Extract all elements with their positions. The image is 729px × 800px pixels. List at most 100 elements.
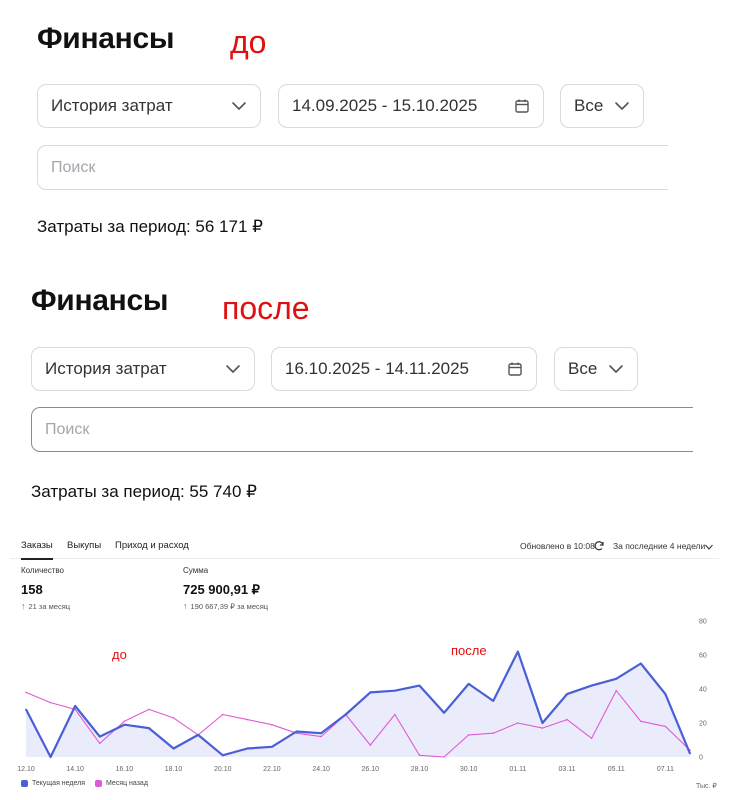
point-current[interactable] xyxy=(320,732,322,734)
cost-type-select[interactable]: История затрат xyxy=(37,84,261,128)
page-title: Финансы xyxy=(31,284,169,317)
filter-select[interactable]: Все xyxy=(554,347,638,391)
cost-type-select-value: История затрат xyxy=(51,96,173,115)
point-previous[interactable] xyxy=(246,718,249,721)
x-tick-label: 16.10 xyxy=(116,766,134,773)
point-current[interactable] xyxy=(98,735,101,738)
x-tick-label: 30.10 xyxy=(460,766,478,773)
point-previous[interactable] xyxy=(369,744,372,746)
cost-type-select[interactable]: История затрат xyxy=(31,347,255,391)
point-previous[interactable] xyxy=(443,756,445,758)
y-tick-label: 0 xyxy=(699,755,703,762)
x-tick-label: 01.11 xyxy=(509,766,526,773)
point-current[interactable] xyxy=(664,693,667,695)
point-current[interactable] xyxy=(246,747,249,750)
orders-line-chart: до после Тыс. ₽ 0 20 40 60 80 12.10 14.10 16.10… xyxy=(17,619,717,791)
point-previous[interactable] xyxy=(25,691,27,694)
point-current[interactable] xyxy=(418,684,421,687)
point-current[interactable] xyxy=(615,678,618,680)
chevron-down-icon xyxy=(232,102,246,110)
calendar-icon xyxy=(515,99,529,113)
point-current[interactable] xyxy=(197,734,199,736)
point-previous[interactable] xyxy=(394,713,396,716)
point-current[interactable] xyxy=(369,691,372,694)
point-previous[interactable] xyxy=(590,737,593,740)
point-current[interactable] xyxy=(640,662,642,665)
point-previous[interactable] xyxy=(49,701,52,704)
x-tick-label: 20.10 xyxy=(214,766,232,773)
legend-item-previous[interactable]: Месяц назад xyxy=(95,780,148,787)
before-annotation: до xyxy=(230,24,267,60)
search-placeholder: Поиск xyxy=(45,420,90,438)
x-tick-label: 22.10 xyxy=(263,766,281,773)
y-tick-label: 20 xyxy=(699,721,707,728)
chevron-down-icon xyxy=(615,102,629,110)
y-tick-label: 60 xyxy=(699,653,707,660)
point-previous[interactable] xyxy=(172,717,175,719)
y-tick-label: 40 xyxy=(699,687,707,694)
point-previous[interactable] xyxy=(123,720,126,723)
point-current[interactable] xyxy=(517,650,519,653)
point-current[interactable] xyxy=(172,747,175,750)
period-total: Затраты за период: 55 740 ₽ xyxy=(31,482,257,501)
point-previous[interactable] xyxy=(320,735,322,738)
unit-label: Тыс. ₽ xyxy=(696,782,717,790)
page-title: Финансы xyxy=(37,22,175,55)
point-previous[interactable] xyxy=(418,754,421,757)
point-current[interactable] xyxy=(689,752,691,755)
search-placeholder: Поиск xyxy=(51,158,96,176)
date-range-picker[interactable]: 14.09.2025 - 15.10.2025 xyxy=(278,84,544,128)
point-previous[interactable] xyxy=(492,732,495,734)
point-current[interactable] xyxy=(467,683,470,685)
x-tick-label: 14.10 xyxy=(66,766,84,773)
chart-annotation-after: после xyxy=(451,643,487,658)
point-current[interactable] xyxy=(295,730,298,733)
point-current[interactable] xyxy=(25,708,27,711)
point-previous[interactable] xyxy=(541,727,544,729)
calendar-icon xyxy=(508,362,522,376)
point-previous[interactable] xyxy=(517,722,519,724)
point-previous[interactable] xyxy=(640,720,642,723)
x-tick-label: 12.10 xyxy=(17,766,35,773)
point-previous[interactable] xyxy=(467,734,470,736)
x-tick-label: 18.10 xyxy=(165,766,183,773)
point-previous[interactable] xyxy=(98,742,101,745)
point-current[interactable] xyxy=(344,713,347,716)
point-previous[interactable] xyxy=(615,689,618,692)
point-current[interactable] xyxy=(394,689,396,692)
point-previous[interactable] xyxy=(221,713,224,716)
point-current[interactable] xyxy=(492,700,495,702)
point-current[interactable] xyxy=(148,727,150,729)
orders-chart-widget: Заказы Выкупы Приход и расход Обновлено … xyxy=(10,533,719,795)
filter-select[interactable]: Все xyxy=(560,84,644,128)
chart-annotation-before: до xyxy=(112,647,127,662)
point-previous[interactable] xyxy=(566,718,568,721)
point-current[interactable] xyxy=(271,746,273,748)
legend-swatch xyxy=(21,780,28,787)
date-range-value: 16.10.2025 - 14.11.2025 xyxy=(285,359,470,378)
search-input[interactable]: Поиск xyxy=(37,145,668,190)
x-tick-label: 24.10 xyxy=(312,766,330,773)
point-previous[interactable] xyxy=(271,723,273,726)
point-current[interactable] xyxy=(221,754,224,757)
point-current[interactable] xyxy=(541,722,544,724)
point-current[interactable] xyxy=(74,705,76,707)
point-current[interactable] xyxy=(590,684,593,687)
chevron-down-icon xyxy=(609,365,623,373)
legend-item-current[interactable]: Текущая неделя xyxy=(21,780,85,787)
search-input[interactable]: Поиск xyxy=(31,407,693,452)
point-previous[interactable] xyxy=(148,708,150,711)
point-current[interactable] xyxy=(443,712,445,714)
legend-swatch xyxy=(95,780,102,787)
date-range-picker[interactable]: 16.10.2025 - 14.11.2025 xyxy=(271,347,537,391)
x-tick-label: 28.10 xyxy=(411,766,429,773)
x-tick-label: 26.10 xyxy=(362,766,380,773)
cost-type-select-value: История затрат xyxy=(45,359,167,378)
point-previous[interactable] xyxy=(664,725,667,728)
point-current[interactable] xyxy=(566,693,568,695)
point-current[interactable] xyxy=(49,756,52,758)
point-current[interactable] xyxy=(123,723,126,726)
after-annotation: после xyxy=(222,290,310,326)
filter-select-value: Все xyxy=(574,96,604,115)
chevron-down-icon xyxy=(226,365,240,373)
